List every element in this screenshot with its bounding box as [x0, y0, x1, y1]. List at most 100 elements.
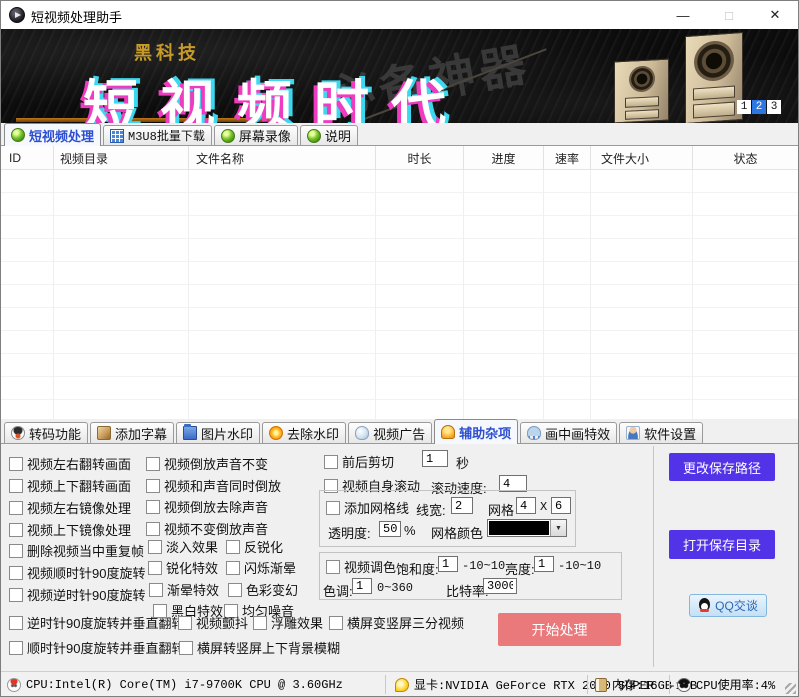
checkbox-dedupe-frames[interactable]: 删除视频当中重复帧: [9, 541, 144, 560]
checkbox-add-grid[interactable]: 添加网格线: [326, 498, 409, 517]
checkbox-audio-reverse-only[interactable]: 视频不变倒放声音: [146, 519, 268, 538]
open-save-dir-button[interactable]: 打开保存目录: [669, 530, 775, 559]
grid-rows-input[interactable]: [551, 497, 571, 514]
tab-transcode[interactable]: 转码功能: [4, 422, 88, 443]
banner-headline: 短视频时代: [83, 61, 468, 123]
brightness-label: 亮度:: [505, 559, 535, 578]
trim-seconds-input[interactable]: [422, 450, 448, 467]
tab-image-watermark[interactable]: 图片水印: [176, 422, 260, 443]
grid-color-dropdown[interactable]: ▼: [487, 519, 567, 537]
resize-grip[interactable]: [785, 683, 796, 694]
brightness-range: -10~10: [558, 559, 601, 573]
grid-cells-label: 网格: [488, 500, 514, 519]
grid-opacity-label: 透明度:: [328, 523, 371, 542]
checkbox-rotate-cw-90[interactable]: 视频顺时针90度旋转: [9, 563, 145, 582]
banner-pagination: 1 2 3: [736, 100, 781, 114]
checkbox-flip-horizontal[interactable]: 视频左右翻转画面: [9, 454, 131, 473]
close-button[interactable]: ✕: [752, 1, 798, 29]
col-speed[interactable]: 速率: [544, 146, 591, 170]
window-title: 短视频处理助手: [31, 7, 122, 26]
sun-icon: [269, 426, 283, 440]
banner-page-1[interactable]: 1: [737, 100, 751, 114]
checkbox-emboss[interactable]: 浮雕效果: [253, 613, 323, 632]
brightness-input[interactable]: [534, 556, 554, 572]
saturation-label: 饱和度:: [396, 559, 439, 578]
checkbox-trim[interactable]: 前后剪切: [324, 452, 394, 471]
qq-chat-button[interactable]: QQ交谈: [689, 594, 767, 617]
col-file-name[interactable]: 文件名称: [189, 146, 376, 170]
banner-page-3[interactable]: 3: [767, 100, 781, 114]
hue-label: 色调:: [323, 581, 353, 600]
col-status[interactable]: 状态: [693, 146, 798, 170]
tab-add-subtitle[interactable]: 添加字幕: [90, 422, 174, 443]
checkbox-mirror-horizontal[interactable]: 视频左右镜像处理: [9, 498, 131, 517]
hue-range: 0~360: [377, 581, 413, 595]
checkbox-mirror-vertical[interactable]: 视频上下镜像处理: [9, 520, 131, 539]
checkbox-vignette[interactable]: 渐晕特效: [149, 580, 219, 599]
tool-tab-bar: 转码功能 添加字幕 图片水印 去除水印 视频广告 辅助杂项 画中画特效 软件设: [1, 419, 798, 444]
grid-cols-input[interactable]: [516, 497, 536, 514]
tab-screen-record[interactable]: 屏幕录像: [214, 125, 298, 145]
table-body[interactable]: [1, 170, 798, 419]
person-icon: [626, 426, 640, 440]
checkbox-flip-vertical[interactable]: 视频上下翻转画面: [9, 476, 131, 495]
tab-short-video-process[interactable]: 短视频处理: [4, 123, 101, 146]
speaker-image-large: [685, 32, 743, 123]
checkbox-flicker-vignette[interactable]: 闪烁渐晕: [226, 558, 296, 577]
help-icon: [307, 129, 321, 143]
checkbox-unsharpen[interactable]: 反锐化: [226, 537, 283, 556]
col-video-dir[interactable]: 视频目录: [54, 146, 189, 170]
tab-help[interactable]: 说明: [300, 125, 358, 145]
app-icon: [9, 7, 25, 23]
color-swatch-black: [489, 521, 549, 535]
col-progress[interactable]: 进度: [464, 146, 544, 170]
checkbox-sharpen[interactable]: 锐化特效: [148, 558, 218, 577]
tab-settings[interactable]: 软件设置: [619, 422, 703, 443]
saturation-input[interactable]: [438, 556, 458, 572]
col-file-size[interactable]: 文件大小: [591, 146, 693, 170]
statusbar-separator: [669, 675, 670, 694]
tab-video-ad[interactable]: 视频广告: [348, 422, 432, 443]
banner-page-2[interactable]: 2: [752, 100, 766, 114]
bitrate-input[interactable]: [483, 578, 517, 594]
tab-misc-tools[interactable]: 辅助杂项: [434, 419, 518, 444]
options-panel: 视频左右翻转画面 视频上下翻转画面 视频左右镜像处理 视频上下镜像处理 删除视频…: [1, 444, 798, 671]
tab-remove-watermark[interactable]: 去除水印: [262, 422, 346, 443]
checkbox-landscape-split3[interactable]: 横屏变竖屏三分视频: [329, 613, 464, 632]
col-id[interactable]: ID: [1, 146, 54, 170]
tab-pip-effects[interactable]: 画中画特效: [520, 422, 617, 443]
table-header: ID 视频目录 文件名称 时长 进度 速率 文件大小 状态: [1, 146, 798, 170]
grid-times-label: X: [540, 500, 547, 514]
saturation-range: -10~10: [462, 559, 505, 573]
titlebar[interactable]: 短视频处理助手 — □ ✕: [1, 1, 798, 29]
checkbox-landscape-blur-bg[interactable]: 横屏转竖屏上下背景模糊: [179, 638, 340, 657]
change-save-path-button[interactable]: 更改保存路径: [669, 453, 775, 481]
statusbar-separator: [587, 675, 588, 694]
checkbox-fade-in[interactable]: 淡入效果: [148, 537, 218, 556]
transcode-icon: [11, 426, 25, 440]
checkbox-reverse-keep-audio[interactable]: 视频倒放声音不变: [146, 454, 268, 473]
checkbox-video-tint[interactable]: 视频调色: [326, 557, 396, 576]
grid-width-input[interactable]: [451, 497, 473, 514]
checkbox-rotate-cw-90-vflip[interactable]: 顺时针90度旋转并垂直翻转: [9, 638, 184, 657]
hue-input[interactable]: [352, 578, 372, 594]
checkbox-reverse-video-audio[interactable]: 视频和声音同时倒放: [146, 476, 281, 495]
speaker-woofer: [629, 65, 655, 92]
checkbox-rotate-ccw-90[interactable]: 视频逆时针90度旋转: [9, 585, 145, 604]
checkbox-reverse-remove-audio[interactable]: 视频倒放去除声音: [146, 497, 268, 516]
rain-cloud-icon: [527, 426, 541, 440]
statusbar-memory: 内存:16GB: [595, 672, 672, 697]
col-duration[interactable]: 时长: [376, 146, 464, 170]
panda-icon: [677, 678, 691, 692]
grid-opacity-input[interactable]: [379, 521, 401, 537]
subtitle-icon: [97, 426, 111, 440]
minimize-button[interactable]: —: [660, 1, 706, 29]
video-process-icon: [11, 128, 25, 142]
statusbar: CPU:Intel(R) Core(TM) i7-9700K CPU @ 3.6…: [1, 671, 798, 696]
statusbar-separator: [385, 675, 386, 694]
chevron-down-icon[interactable]: ▼: [550, 520, 566, 536]
tab-m3u8-batch-download[interactable]: M3U8批量下载: [103, 125, 212, 145]
start-process-button[interactable]: 开始处理: [498, 613, 621, 646]
checkbox-video-shake[interactable]: 视频颤抖: [178, 613, 248, 632]
checkbox-color-shift[interactable]: 色彩变幻: [228, 580, 298, 599]
